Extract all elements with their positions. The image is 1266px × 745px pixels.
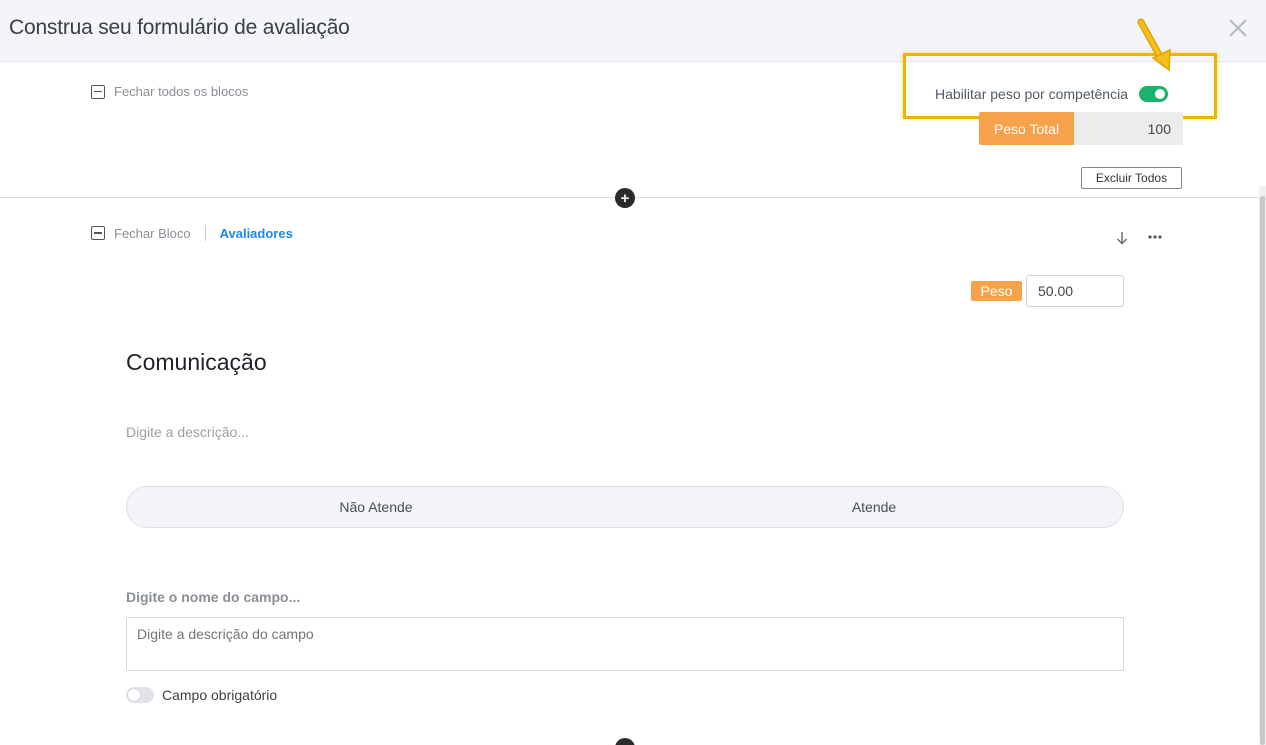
toolbar-separator [204, 225, 206, 241]
annotation-arrow-icon [1137, 18, 1171, 72]
scrollbar-thumb[interactable] [1260, 196, 1265, 745]
modal-title: Construa seu formulário de avaliação [9, 16, 350, 39]
total-weight-value: 100 [1074, 112, 1183, 145]
collapse-all-label: Fechar todos os blocos [114, 84, 249, 99]
weight-toggle-switch[interactable] [1139, 86, 1168, 102]
total-weight-label: Peso Total [979, 112, 1074, 145]
evaluators-link[interactable]: Avaliadores [220, 226, 293, 241]
field-description-input[interactable] [126, 617, 1124, 671]
required-toggle-switch[interactable] [126, 687, 154, 703]
weight-toggle-row: Habilitar peso por competência [935, 86, 1168, 102]
scale-option-nao-atende[interactable]: Não Atende [127, 487, 625, 527]
rating-scale: Não Atende Atende [126, 486, 1124, 528]
field-name-input[interactable]: Digite o nome do campo... [126, 589, 300, 605]
block-weight-row: Peso [971, 275, 1124, 307]
competency-description-input[interactable]: Digite a descrição... [126, 424, 249, 440]
required-field-row: Campo obrigatório [126, 687, 277, 703]
collapse-all-button[interactable]: Fechar todos os blocos [91, 84, 248, 99]
collapse-icon [91, 84, 105, 99]
block-toolbar: Fechar Bloco Avaliadores [91, 225, 293, 241]
delete-all-button[interactable]: Excluir Todos [1081, 167, 1182, 189]
scale-option-atende[interactable]: Atende [625, 487, 1123, 527]
block-weight-input[interactable] [1026, 275, 1124, 307]
competency-title[interactable]: Comunicação [126, 349, 267, 376]
collapse-block-icon[interactable] [91, 226, 105, 240]
required-toggle-label: Campo obrigatório [162, 687, 278, 703]
scrollbar[interactable] [1259, 186, 1266, 745]
close-icon[interactable] [1227, 17, 1249, 39]
more-options-icon[interactable] [1146, 232, 1164, 242]
weight-toggle-label: Habilitar peso por competência [935, 86, 1128, 102]
collapse-block-button[interactable]: Fechar Bloco [114, 226, 191, 241]
add-block-icon[interactable]: + [615, 188, 635, 208]
total-weight: Peso Total 100 [979, 112, 1183, 145]
block-weight-label: Peso [971, 281, 1022, 301]
add-block-icon-bottom[interactable] [615, 738, 635, 745]
arrow-down-icon[interactable] [1115, 230, 1129, 246]
